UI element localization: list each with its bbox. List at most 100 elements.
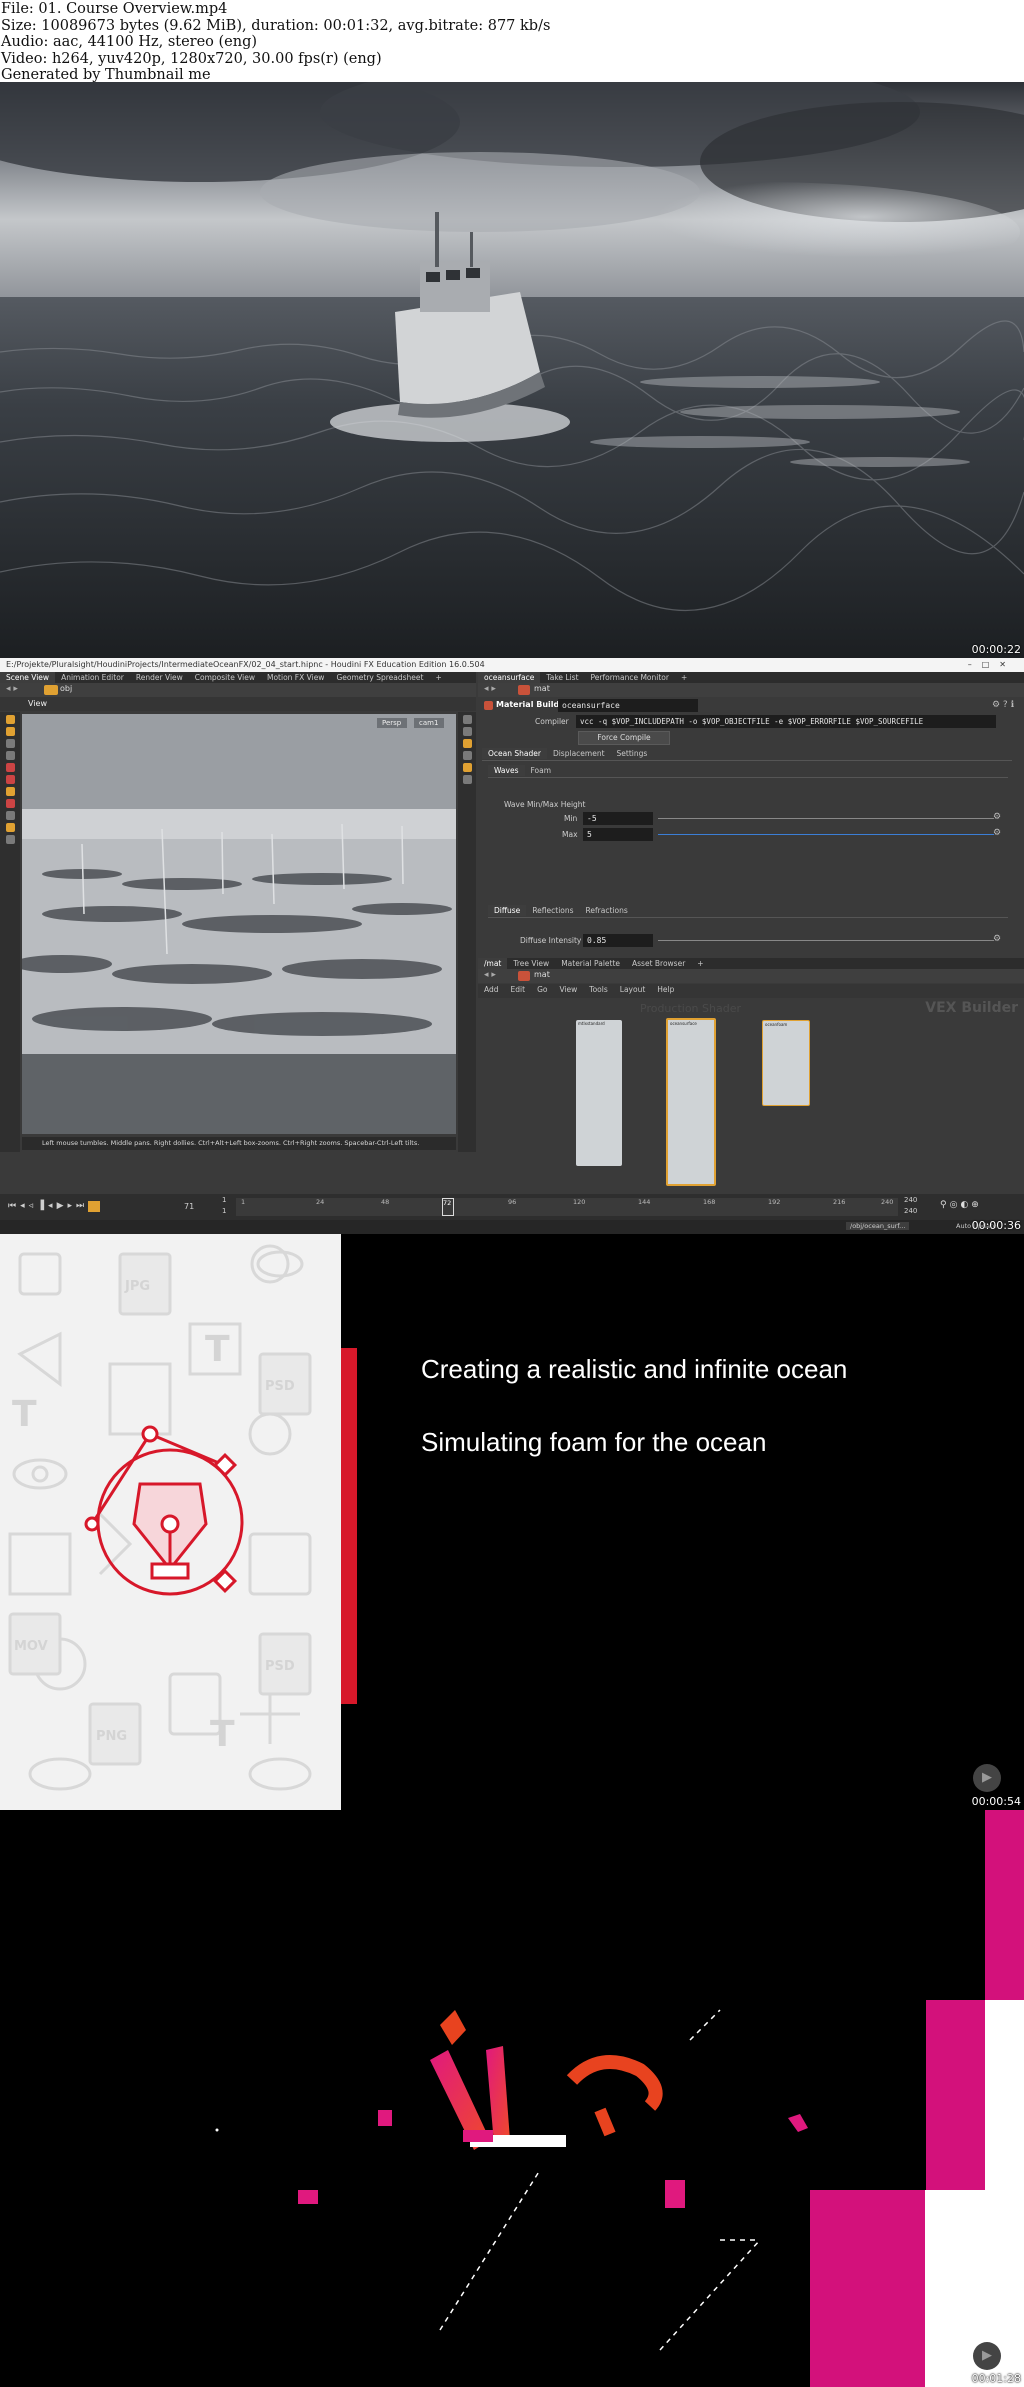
network-pathbar: ◂ ▸ mat	[478, 969, 1024, 983]
min-channel-icon[interactable]: ⚙	[993, 812, 1001, 822]
min-field[interactable]: -5	[583, 812, 653, 825]
window-controls[interactable]: –□✕	[968, 658, 1016, 672]
playback-controls[interactable]: ⏮◂◃▐◂▶▸⏭	[8, 1201, 88, 1211]
grid-icon[interactable]	[462, 775, 472, 784]
display-option-icon[interactable]	[462, 715, 472, 724]
tab-geometry-spreadsheet[interactable]: Geometry Spreadsheet	[330, 672, 429, 683]
min-slider[interactable]	[658, 818, 994, 819]
diffuse-channel-icon[interactable]: ⚙	[993, 934, 1001, 944]
nav-back-icon[interactable]: ◂ ▸	[484, 684, 496, 694]
view-tool-icon[interactable]	[5, 787, 15, 796]
max-slider[interactable]	[658, 834, 994, 835]
shading-icon[interactable]	[462, 739, 472, 748]
frame-timestamp: 00:01:28	[971, 2372, 1021, 2385]
nav-back-icon[interactable]: ◂ ▸	[6, 684, 18, 694]
tab-ocean-shader[interactable]: Ocean Shader	[482, 748, 547, 759]
node-oceansurface[interactable]: oceansurface	[666, 1018, 716, 1186]
tab-foam[interactable]: Foam	[525, 765, 558, 776]
timeline-track[interactable]: 1 24 48 72 96 120 144 168 192 216 240	[236, 1198, 898, 1216]
move-tool-icon[interactable]	[5, 727, 15, 736]
network-tabs: /mat Tree View Material Palette Asset Brows…	[478, 958, 1024, 969]
ghost-icon[interactable]	[462, 763, 472, 772]
tab-mat[interactable]: /mat	[478, 958, 508, 969]
range-start[interactable]: 1	[222, 1196, 226, 1204]
tick-label: 192	[768, 1198, 781, 1206]
menu-view[interactable]: View	[553, 984, 583, 995]
red-accent-bar	[341, 1348, 357, 1704]
tick-label: 96	[508, 1198, 517, 1206]
menu-tools[interactable]: Tools	[583, 984, 613, 995]
camera-tool-icon[interactable]	[5, 835, 15, 844]
lighting-icon[interactable]	[462, 727, 472, 736]
range-end[interactable]: 240	[904, 1196, 917, 1204]
rotate-tool-icon[interactable]	[5, 739, 15, 748]
diffuse-slider[interactable]	[658, 940, 994, 941]
pattern-label: MOV	[14, 1639, 48, 1654]
menu-layout[interactable]: Layout	[614, 984, 652, 995]
material-name-field[interactable]: oceansurface	[558, 699, 698, 712]
tab-waves[interactable]: Waves	[488, 765, 525, 776]
tab-reflections[interactable]: Reflections	[526, 905, 579, 916]
tab-render-view[interactable]: Render View	[130, 672, 189, 683]
play-icon[interactable]: ▶	[973, 1764, 1001, 1792]
play-icon[interactable]: ▶	[973, 2342, 1001, 2370]
status-path[interactable]: /obj/ocean_surf...	[846, 1222, 910, 1230]
tab-asset-browser[interactable]: Asset Browser	[626, 958, 691, 969]
tab-settings[interactable]: Settings	[611, 748, 654, 759]
compiler-field[interactable]: vcc -q $VOP_INCLUDEPATH -o $VOP_OBJECTFI…	[576, 715, 996, 728]
tab-oceansurface[interactable]: oceansurface	[478, 672, 541, 683]
force-compile-button[interactable]: Force Compile	[578, 731, 670, 745]
tab-performance-monitor[interactable]: Performance Monitor	[585, 672, 675, 683]
select-tool-icon[interactable]	[5, 715, 15, 724]
playhead[interactable]: 72	[442, 1198, 454, 1216]
tab-refractions[interactable]: Refractions	[580, 905, 634, 916]
tab-tree-view[interactable]: Tree View	[507, 958, 555, 969]
tab-material-palette[interactable]: Material Palette	[555, 958, 626, 969]
stop-button[interactable]	[88, 1201, 100, 1212]
add-tab-icon[interactable]: +	[429, 672, 447, 683]
scale-tool-icon[interactable]	[5, 751, 15, 760]
viewport[interactable]: Persp cam1	[22, 714, 456, 1134]
handle-tool-icon[interactable]	[5, 763, 15, 772]
pattern-label: T	[210, 1714, 235, 1755]
tab-animation-editor[interactable]: Animation Editor	[55, 672, 130, 683]
camera-menu[interactable]: cam1	[419, 719, 438, 727]
menu-edit[interactable]: Edit	[505, 984, 532, 995]
pattern-label: PNG	[96, 1729, 128, 1744]
gear-icon[interactable]: ⚙ ? ℹ	[992, 700, 1014, 710]
ocean-boat-image	[0, 82, 1024, 658]
tab-displacement[interactable]: Displacement	[547, 748, 611, 759]
tab-composite-view[interactable]: Composite View	[189, 672, 261, 683]
key-tools-icon[interactable]: ⚲◎◐⊕	[940, 1200, 982, 1210]
max-channel-icon[interactable]: ⚙	[993, 828, 1001, 838]
viewport-hint: Left mouse tumbles. Middle pans. Right d…	[42, 1139, 420, 1147]
wireframe-icon[interactable]	[462, 751, 472, 760]
tab-diffuse[interactable]: Diffuse	[488, 905, 527, 916]
range-start-2[interactable]: 1	[222, 1207, 226, 1215]
network-path-label[interactable]: mat	[534, 970, 550, 979]
tab-take-list[interactable]: Take List	[540, 672, 584, 683]
range-end-2[interactable]: 240	[904, 1207, 917, 1215]
menu-add[interactable]: Add	[478, 984, 505, 995]
param-path-label[interactable]: mat	[534, 684, 550, 693]
tab-scene-view[interactable]: Scene View	[0, 672, 56, 683]
add-tab-icon[interactable]: +	[675, 672, 693, 683]
menu-go[interactable]: Go	[531, 984, 553, 995]
diffuse-field[interactable]: 0.85	[583, 934, 653, 947]
node-mtlxstandard[interactable]: mtlxstandard	[576, 1020, 622, 1166]
lasso-tool-icon[interactable]	[5, 811, 15, 820]
snap-tool-icon[interactable]	[5, 799, 15, 808]
tab-motion-fx-view[interactable]: Motion FX View	[261, 672, 330, 683]
node-oceanfoam[interactable]: oceanfoam	[762, 1020, 810, 1106]
path-label[interactable]: obj	[60, 684, 72, 693]
current-frame[interactable]: 71	[184, 1202, 194, 1211]
max-field[interactable]: 5	[583, 828, 653, 841]
nav-back-icon[interactable]: ◂ ▸	[484, 970, 496, 980]
persp-menu[interactable]: Persp	[382, 719, 401, 727]
tick-label: 216	[833, 1198, 846, 1206]
add-tab-icon[interactable]: +	[691, 958, 709, 969]
menu-help[interactable]: Help	[651, 984, 680, 995]
brush-tool-icon[interactable]	[5, 823, 15, 832]
frame-course-topics: JPG PSD MOV PNG PSD T T T Creating a rea…	[0, 1234, 1024, 1810]
pose-tool-icon[interactable]	[5, 775, 15, 784]
